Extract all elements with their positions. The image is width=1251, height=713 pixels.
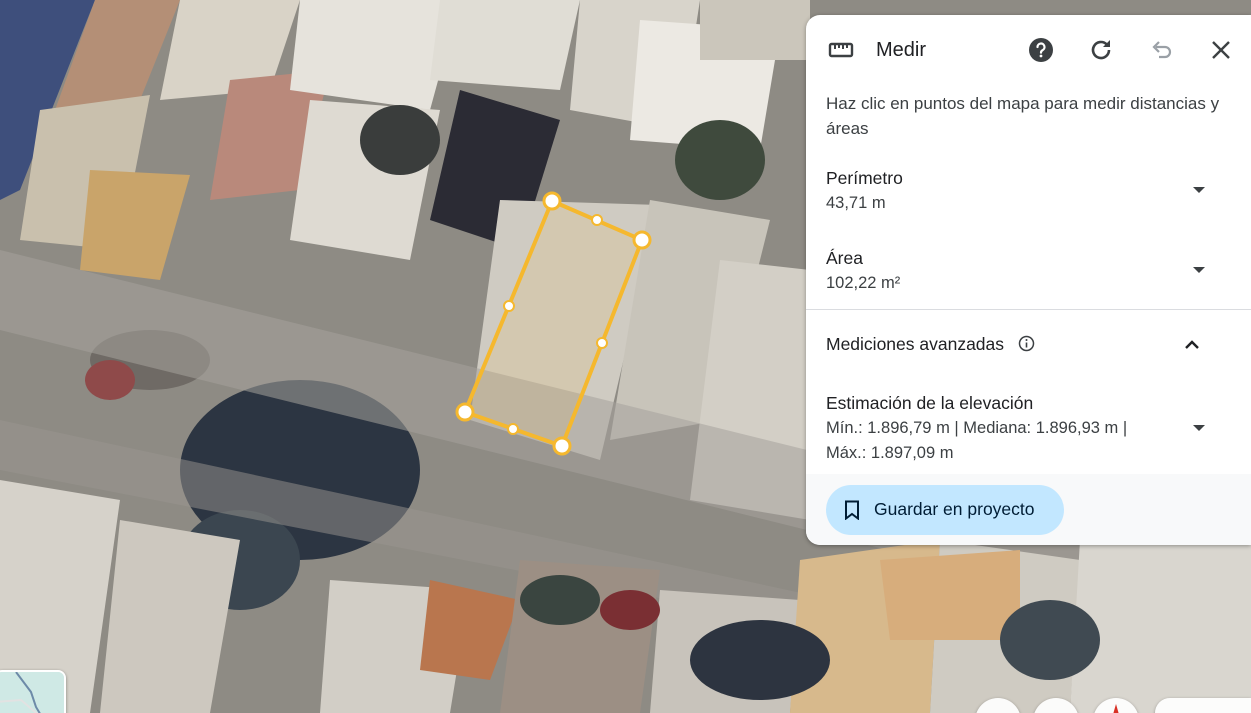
close-icon	[1212, 41, 1230, 59]
elevation-values-line2: Máx.: 1.897,09 m	[826, 444, 954, 462]
caret-down-icon[interactable]	[1193, 187, 1205, 193]
compass-icon	[1113, 704, 1119, 713]
map-viewport[interactable]: Medir Haz clic en puntos del mapa para m…	[0, 0, 1251, 713]
midpoint-handle	[503, 300, 515, 312]
undo-icon	[1152, 41, 1172, 59]
close-button[interactable]	[1206, 35, 1236, 65]
zoom-control[interactable]	[1155, 698, 1251, 713]
ruler-icon	[828, 42, 854, 58]
vertex-handle	[542, 191, 562, 211]
caret-down-icon[interactable]	[1193, 267, 1205, 273]
caret-down-icon[interactable]	[1193, 425, 1205, 431]
measure-hint: Haz clic en puntos del mapa para medir d…	[826, 94, 1220, 138]
minimap-image	[0, 672, 64, 713]
area-label: Área	[826, 248, 863, 268]
refresh-icon	[1091, 40, 1111, 60]
area-value: 102,22 m²	[826, 274, 901, 292]
vertex-handle	[632, 230, 652, 250]
refresh-button[interactable]	[1086, 35, 1116, 65]
chevron-up-icon[interactable]	[1182, 335, 1202, 355]
save-to-project-button[interactable]: Guardar en proyecto	[826, 485, 1064, 535]
vertex-handle	[455, 402, 475, 422]
compass-button[interactable]	[1093, 698, 1139, 713]
elevation-row[interactable]: Estimación de la elevación Mín.: 1.896,7…	[806, 390, 1251, 470]
panel-header: Medir	[806, 15, 1251, 85]
help-icon	[1029, 38, 1053, 62]
undo-button[interactable]	[1146, 35, 1176, 65]
perimeter-label: Perímetro	[826, 168, 903, 188]
midpoint-handle	[591, 214, 603, 226]
vertex-handle	[552, 436, 572, 456]
measure-panel: Medir Haz clic en puntos del mapa para m…	[806, 15, 1251, 545]
midpoint-handle	[507, 423, 519, 435]
help-button[interactable]	[1026, 35, 1056, 65]
elevation-values-line1: Mín.: 1.896,79 m | Mediana: 1.896,93 m |	[826, 419, 1128, 437]
panel-title: Medir	[876, 39, 927, 61]
perimeter-row[interactable]: Perímetro 43,71 m	[806, 165, 1251, 225]
map-type-thumbnail[interactable]	[0, 670, 66, 713]
elevation-label: Estimación de la elevación	[826, 393, 1034, 413]
divider	[806, 309, 1251, 310]
midpoint-handle	[596, 337, 608, 349]
bookmark-icon	[845, 500, 859, 520]
perimeter-value: 43,71 m	[826, 194, 886, 212]
area-row[interactable]: Área 102,22 m²	[806, 245, 1251, 305]
advanced-measurements-title: Mediciones avanzadas	[826, 334, 1005, 354]
save-to-project-label: Guardar en proyecto	[874, 499, 1035, 519]
info-icon[interactable]	[1018, 335, 1035, 352]
